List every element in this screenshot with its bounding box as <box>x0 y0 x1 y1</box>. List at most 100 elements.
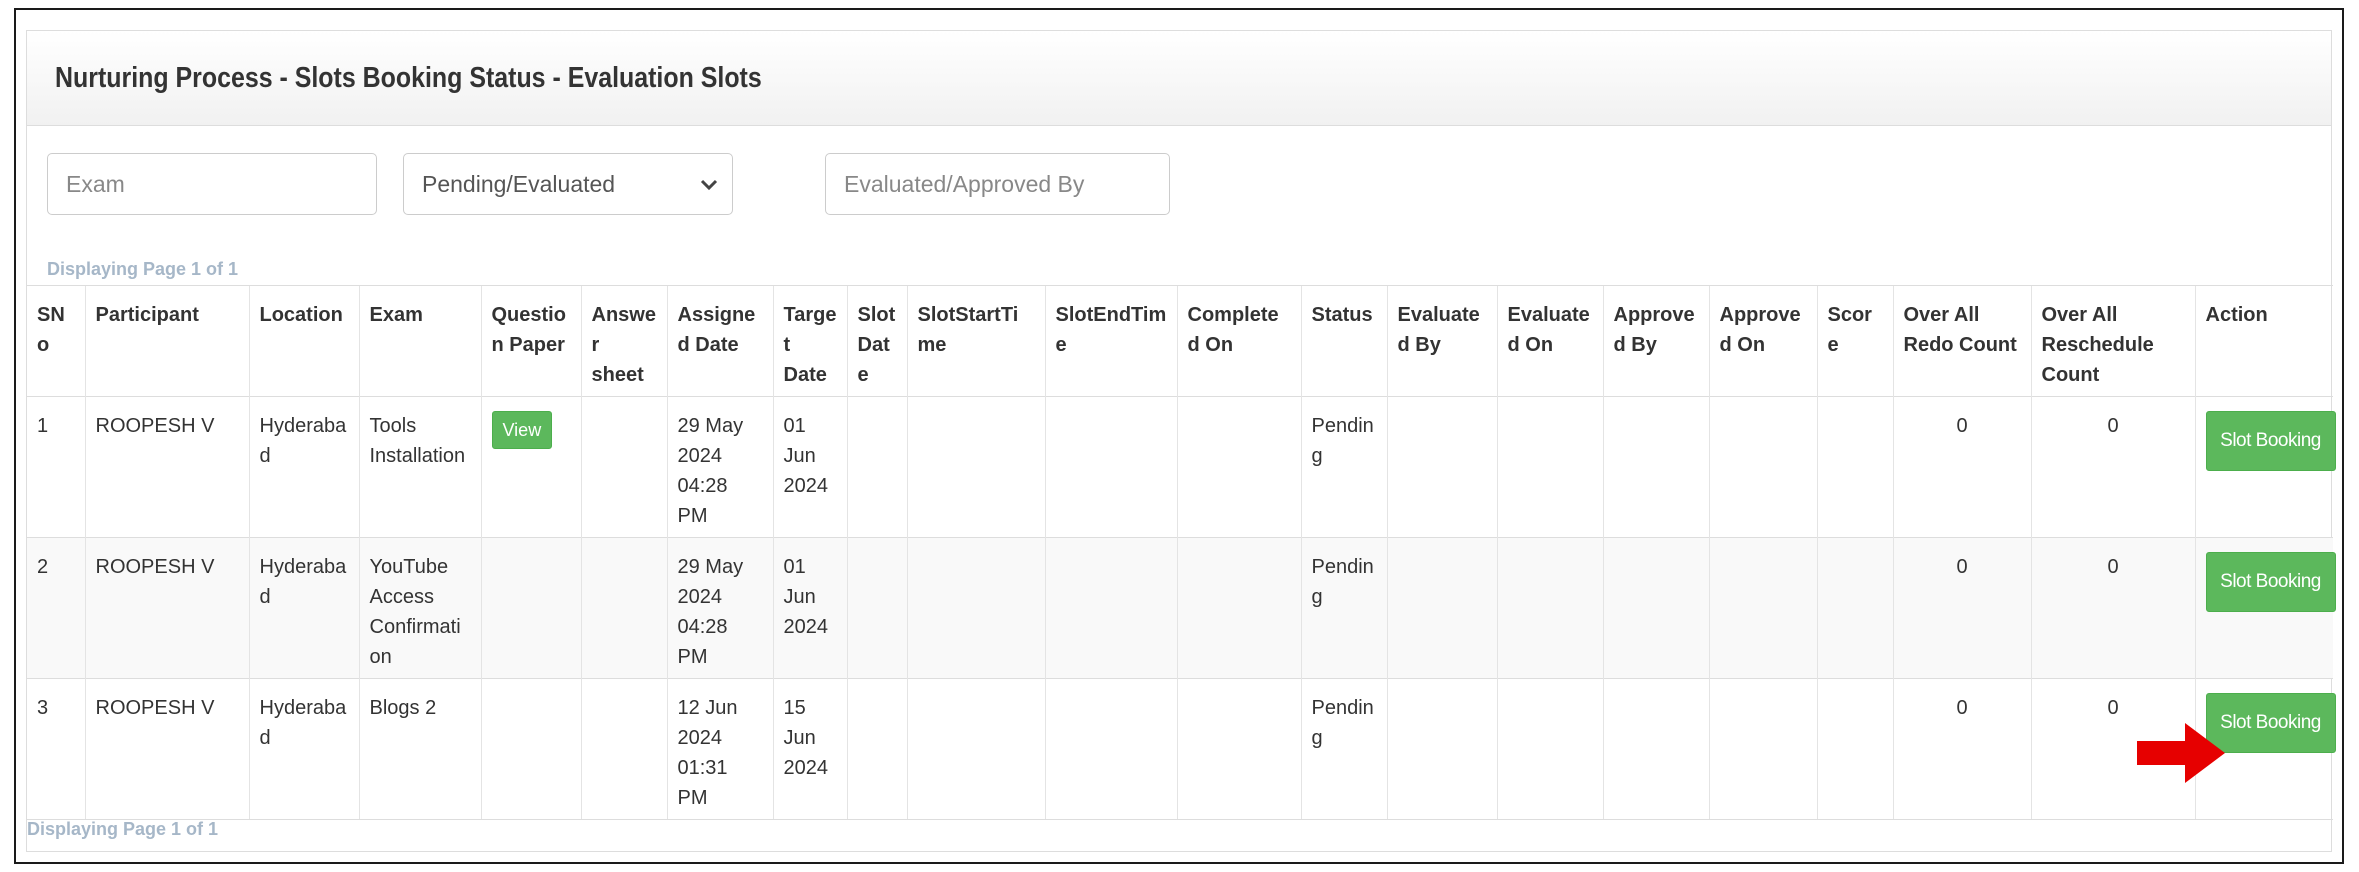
cell-exam: YouTube Access Confirmation <box>358 537 481 679</box>
column-header-evaluated-on: Evaluated On <box>1496 285 1603 397</box>
cell-approved-by <box>1602 678 1709 820</box>
column-header-participant: Participant <box>84 285 249 397</box>
cell-approved-on <box>1708 537 1817 679</box>
column-header-assigned-date: Assigned Date <box>666 285 773 397</box>
pagination-info-top: Displaying Page 1 of 1 <box>47 259 239 279</box>
slot-booking-button[interactable]: Slot Booking <box>2205 552 2336 612</box>
cell-approved-by <box>1602 396 1709 538</box>
cell-evaluated-on <box>1496 537 1603 679</box>
column-header-sno: SNo <box>27 285 85 397</box>
cell-evaluated-by <box>1386 678 1497 820</box>
cell-target-date: 01 Jun 2024 <box>772 537 847 679</box>
page-title: Nurturing Process - Slots Booking Status… <box>55 61 762 94</box>
cell-slot-date <box>846 537 907 679</box>
evaluated-by-filter-input[interactable] <box>844 170 1155 198</box>
cell-assigned-date: 12 Jun 2024 01:31 PM <box>666 678 773 820</box>
screenshot-frame: Nurturing Process - Slots Booking Status… <box>14 8 2344 864</box>
slot-booking-button[interactable]: Slot Booking <box>2205 693 2336 753</box>
cell-reschedule-count: 0 <box>2030 537 2195 679</box>
table-header-row: SNo Participant Location Exam Question P… <box>27 285 2333 397</box>
exam-filter-input[interactable] <box>66 170 362 198</box>
cell-score <box>1816 396 1893 538</box>
column-header-action: Action <box>2194 285 2333 397</box>
cell-completed-on <box>1176 396 1301 538</box>
column-header-location: Location <box>248 285 359 397</box>
cell-exam: Blogs 2 <box>358 678 481 820</box>
cell-location: Hyderabad <box>248 678 359 820</box>
cell-status: Pending <box>1300 537 1387 679</box>
column-header-target-date: Target Date <box>772 285 847 397</box>
cell-slot-date <box>846 396 907 538</box>
chevron-down-icon <box>700 171 718 197</box>
cell-answer-sheet <box>580 396 667 538</box>
cell-question-paper <box>480 678 581 820</box>
column-header-completed-on: Completed On <box>1176 285 1301 397</box>
cell-evaluated-on <box>1496 678 1603 820</box>
cell-answer-sheet <box>580 678 667 820</box>
column-header-score: Score <box>1816 285 1893 397</box>
cell-sno: 1 <box>27 396 85 538</box>
cell-question-paper: View <box>480 396 581 538</box>
arrow-right-icon <box>2137 723 2225 783</box>
cell-status: Pending <box>1300 396 1387 538</box>
cell-sno: 3 <box>27 678 85 820</box>
evaluation-slots-table: SNo Participant Location Exam Question P… <box>27 285 2336 820</box>
evaluation-slots-panel: Nurturing Process - Slots Booking Status… <box>26 30 2336 852</box>
cell-assigned-date: 29 May 2024 04:28 PM <box>666 537 773 679</box>
cell-score <box>1816 537 1893 679</box>
cell-action: Slot Booking <box>2194 396 2336 538</box>
column-header-approved-by: Approved By <box>1602 285 1709 397</box>
table-row: 3 ROOPESH V Hyderabad Blogs 2 12 Jun 202… <box>27 678 2336 820</box>
cell-approved-by <box>1602 537 1709 679</box>
cell-completed-on <box>1176 678 1301 820</box>
cell-slot-start-time <box>906 396 1045 538</box>
cell-approved-on <box>1708 678 1817 820</box>
cell-redo-count: 0 <box>1892 537 2031 679</box>
cell-action: Slot Booking <box>2194 537 2336 679</box>
column-header-status: Status <box>1300 285 1387 397</box>
cell-assigned-date: 29 May 2024 04:28 PM <box>666 396 773 538</box>
cell-question-paper <box>480 537 581 679</box>
cell-slot-start-time <box>906 678 1045 820</box>
table-row: 1 ROOPESH V Hyderabad Tools Installation… <box>27 396 2336 538</box>
cell-slot-end-time <box>1044 678 1177 820</box>
cell-approved-on <box>1708 396 1817 538</box>
view-question-paper-button[interactable]: View <box>491 411 553 449</box>
cell-evaluated-by <box>1386 396 1497 538</box>
column-header-question-paper: Question Paper <box>480 285 581 397</box>
cell-participant: ROOPESH V <box>84 537 249 679</box>
cell-score <box>1816 678 1893 820</box>
column-header-answer-sheet: Answer sheet <box>580 285 667 397</box>
panel-heading: Nurturing Process - Slots Booking Status… <box>27 31 2331 126</box>
column-header-slot-date: Slot Date <box>846 285 907 397</box>
cell-participant: ROOPESH V <box>84 396 249 538</box>
column-header-reschedule-count: Over All Reschedule Count <box>2030 285 2195 397</box>
status-select[interactable]: Pending/Evaluated <box>403 153 733 215</box>
cell-location: Hyderabad <box>248 537 359 679</box>
cell-status: Pending <box>1300 678 1387 820</box>
slot-booking-button[interactable]: Slot Booking <box>2205 411 2336 471</box>
column-header-redo-count: Over All Redo Count <box>1892 285 2031 397</box>
cell-completed-on <box>1176 537 1301 679</box>
pagination-info-bottom: Displaying Page 1 of 1 <box>27 819 219 839</box>
status-select-value: Pending/Evaluated <box>422 170 616 197</box>
column-header-exam: Exam <box>358 285 481 397</box>
cell-target-date: 01 Jun 2024 <box>772 396 847 538</box>
cell-evaluated-by <box>1386 537 1497 679</box>
cell-participant: ROOPESH V <box>84 678 249 820</box>
cell-slot-date <box>846 678 907 820</box>
evaluated-by-filter[interactable] <box>825 153 1170 215</box>
cell-answer-sheet <box>580 537 667 679</box>
cell-location: Hyderabad <box>248 396 359 538</box>
cell-slot-end-time <box>1044 396 1177 538</box>
cell-evaluated-on <box>1496 396 1603 538</box>
column-header-slot-start-time: SlotStartTime <box>906 285 1045 397</box>
column-header-slot-end-time: SlotEndTime <box>1044 285 1177 397</box>
exam-filter[interactable] <box>47 153 377 215</box>
column-header-approved-on: Approved On <box>1708 285 1817 397</box>
cell-slot-end-time <box>1044 537 1177 679</box>
cell-redo-count: 0 <box>1892 678 2031 820</box>
cell-exam: Tools Installation <box>358 396 481 538</box>
cell-redo-count: 0 <box>1892 396 2031 538</box>
cell-sno: 2 <box>27 537 85 679</box>
